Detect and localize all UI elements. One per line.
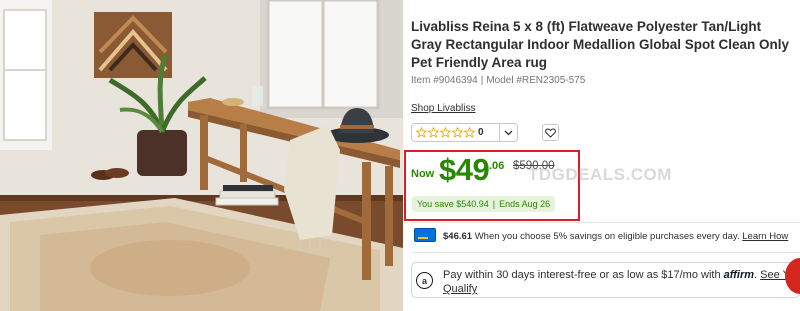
meta-separator: |: [480, 75, 484, 86]
favorite-button[interactable]: [542, 124, 559, 141]
watermark: TDGDEALS.COM: [528, 165, 672, 184]
product-info-panel: Livabliss Reina 5 x 8 (ft) Flatweave Pol…: [404, 0, 800, 311]
now-label: Now: [411, 168, 435, 180]
affirm-icon: a: [416, 272, 433, 289]
star-icon: [440, 127, 451, 138]
shop-brand-link[interactable]: Shop Livabliss: [411, 103, 475, 114]
current-price-dollars: $49: [439, 152, 490, 187]
item-number: Item #9046394: [411, 75, 478, 86]
current-price-cents: .06: [489, 160, 505, 172]
affirm-text-before: Pay within 30 days interest-free or as l…: [443, 269, 724, 281]
rating-selector[interactable]: 0: [411, 123, 518, 142]
rating-dropdown-toggle[interactable]: [499, 124, 517, 141]
walmart-plus-savings: $46.61 When you choose 5% savings on eli…: [443, 231, 788, 242]
divider: [411, 222, 800, 223]
affirm-logo: affirm: [723, 269, 755, 281]
star-rating: [416, 127, 475, 138]
product-identifiers: Item #9046394 | Model #REN2305-575: [411, 75, 585, 86]
divider: [411, 252, 800, 253]
savings-badge: You save $540.94 | Ends Aug 26: [412, 196, 556, 212]
deal-end-date: Ends Aug 26: [499, 199, 551, 209]
learn-how-link[interactable]: Learn How: [742, 231, 788, 242]
star-icon: [464, 127, 475, 138]
rating-count: 0: [478, 127, 484, 138]
star-icon: [452, 127, 463, 138]
product-title: Livabliss Reina 5 x 8 (ft) Flatweave Pol…: [411, 19, 790, 70]
chevron-down-icon: [504, 130, 513, 135]
credit-card-icon: [414, 228, 436, 242]
star-icon: [428, 127, 439, 138]
savings-separator: |: [492, 199, 496, 209]
affirm-financing-box: a Pay within 30 days interest-free or as…: [411, 262, 800, 298]
heart-icon: [545, 127, 556, 138]
model-number: Model #REN2305-575: [486, 75, 586, 86]
affirm-message: Pay within 30 days interest-free or as l…: [443, 268, 800, 296]
walmart-plus-amount: $46.61: [443, 231, 473, 242]
product-photo: [0, 0, 403, 311]
star-icon: [416, 127, 427, 138]
savings-amount: You save $540.94: [417, 199, 489, 209]
walmart-plus-text: When you choose 5% savings on eligible p…: [472, 231, 743, 242]
product-image[interactable]: [0, 0, 403, 311]
